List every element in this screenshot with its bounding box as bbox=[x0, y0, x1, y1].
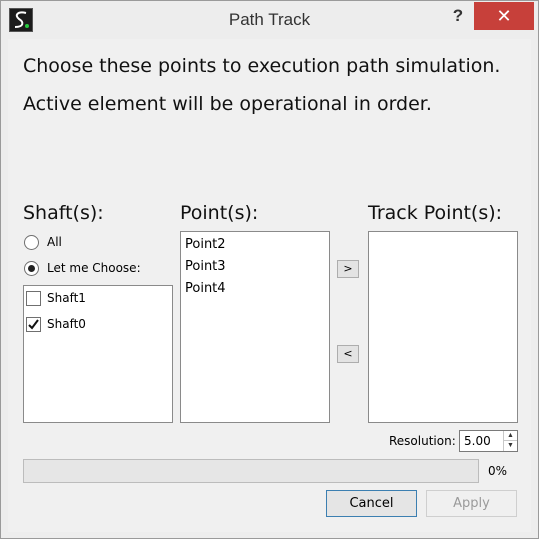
progress-bar bbox=[23, 459, 479, 483]
close-button[interactable]: ✕ bbox=[474, 2, 534, 30]
points-title: Point(s): bbox=[180, 202, 259, 224]
resolution-value[interactable]: 5.00 bbox=[464, 434, 491, 448]
spin-arrows[interactable]: ▲ ▼ bbox=[503, 431, 517, 451]
apply-button[interactable]: Apply bbox=[426, 490, 517, 517]
progress-percent: 0% bbox=[488, 464, 508, 478]
points-list[interactable]: Point2 Point3 Point4 bbox=[180, 231, 330, 423]
radio-all-indicator[interactable] bbox=[24, 234, 39, 250]
shaft-list[interactable]: Shaft1 Shaft0 bbox=[23, 285, 173, 423]
remove-point-button[interactable]: < bbox=[337, 345, 359, 363]
radio-let-me-choose-indicator[interactable] bbox=[24, 260, 39, 276]
list-item[interactable]: Point2 bbox=[185, 237, 226, 252]
instruction-line-2: Active element will be operational in or… bbox=[23, 93, 432, 115]
track-points-list[interactable] bbox=[368, 231, 518, 423]
list-item[interactable]: Point4 bbox=[185, 281, 226, 296]
help-button[interactable]: ? bbox=[443, 3, 473, 29]
track-points-title: Track Point(s): bbox=[368, 202, 503, 224]
spin-down-icon[interactable]: ▼ bbox=[504, 441, 517, 451]
radio-all[interactable]: All bbox=[24, 233, 62, 251]
cancel-button[interactable]: Cancel bbox=[326, 490, 417, 517]
shaft1-label: Shaft1 bbox=[47, 291, 86, 305]
list-item[interactable]: Point3 bbox=[185, 259, 226, 274]
path-track-dialog: Path Track ? ✕ Choose these points to ex… bbox=[0, 0, 539, 539]
shaft0-checkbox[interactable] bbox=[26, 316, 41, 332]
resolution-spinbox[interactable]: 5.00 ▲ ▼ bbox=[459, 430, 518, 452]
checkmark-icon bbox=[28, 318, 39, 330]
shaft1-checkbox[interactable] bbox=[26, 290, 41, 306]
title-bar[interactable]: Path Track ? ✕ bbox=[1, 1, 538, 39]
resolution-label: Resolution: bbox=[389, 434, 456, 448]
add-point-button[interactable]: > bbox=[337, 260, 359, 278]
radio-let-me-choose-label: Let me Choose: bbox=[47, 261, 141, 275]
shafts-title: Shaft(s): bbox=[23, 202, 104, 224]
shaft-item-shaft0[interactable]: Shaft0 bbox=[26, 315, 86, 333]
dialog-content: Choose these points to execution path si… bbox=[8, 39, 531, 532]
radio-all-label: All bbox=[47, 235, 62, 249]
shaft-item-shaft1[interactable]: Shaft1 bbox=[26, 289, 86, 307]
spin-up-icon[interactable]: ▲ bbox=[504, 431, 517, 441]
radio-let-me-choose[interactable]: Let me Choose: bbox=[24, 259, 141, 277]
instruction-line-1: Choose these points to execution path si… bbox=[23, 55, 501, 77]
shaft0-label: Shaft0 bbox=[47, 317, 86, 331]
